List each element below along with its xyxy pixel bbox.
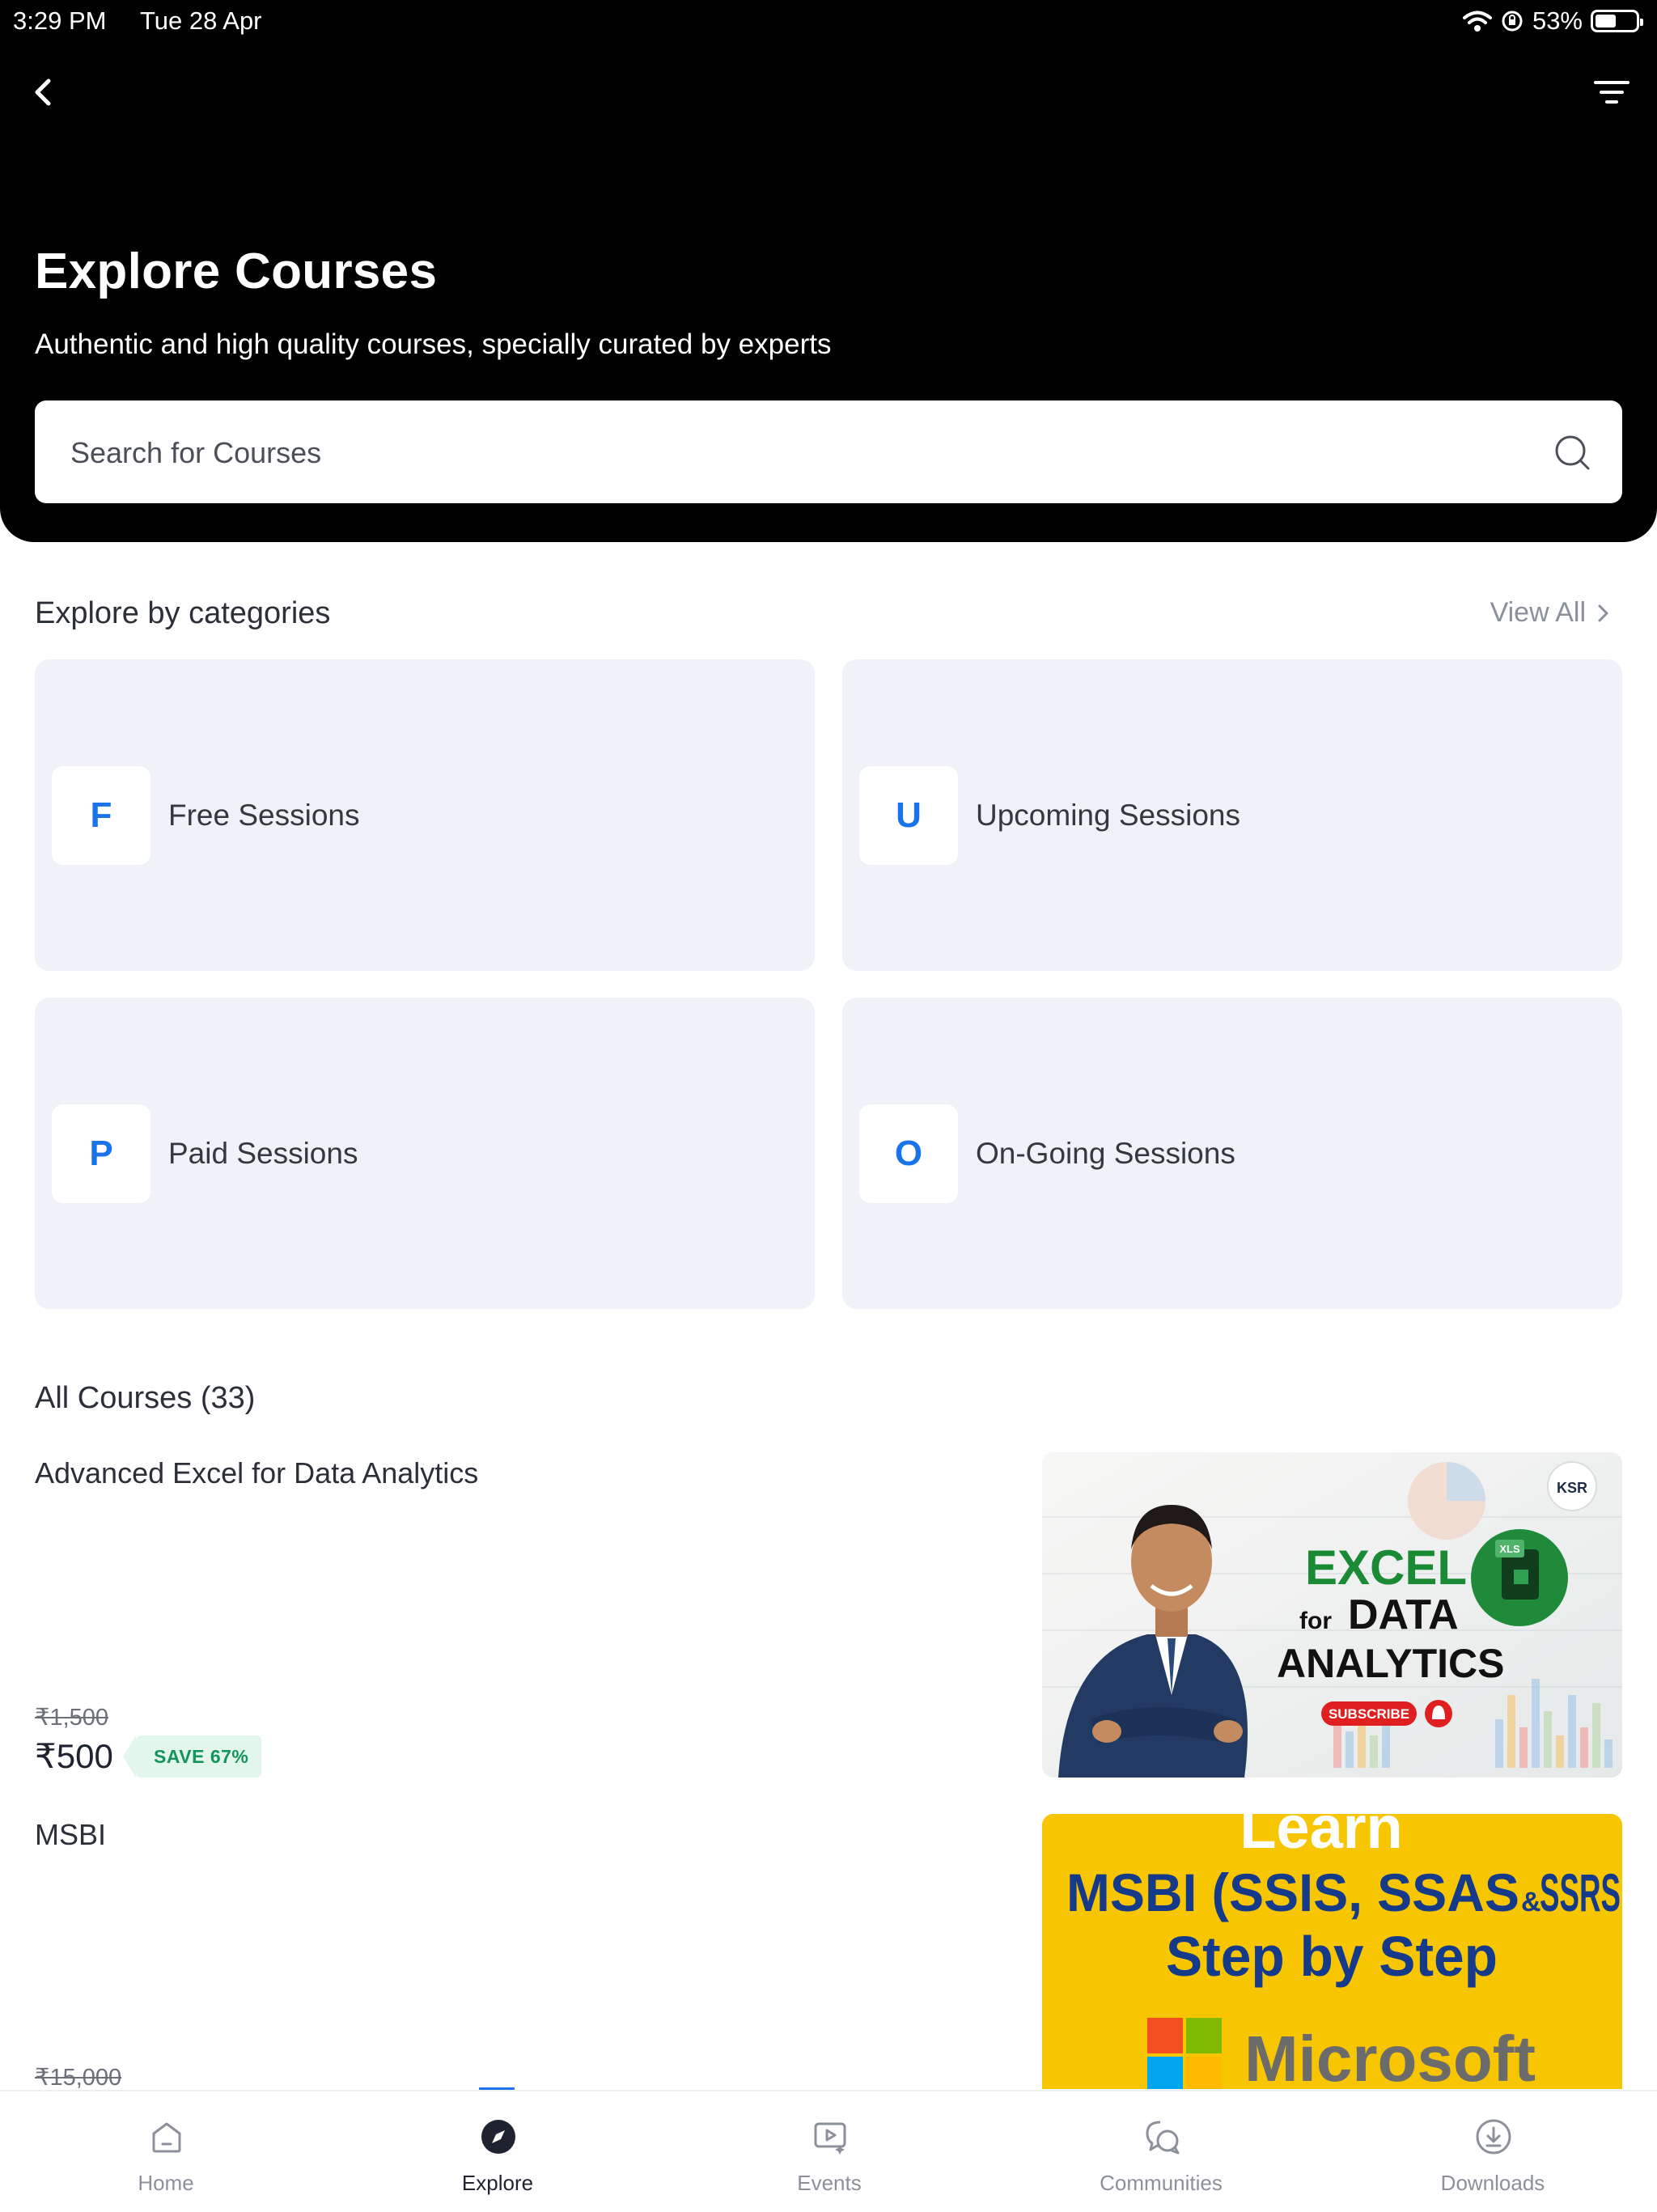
course-thumbnail-msbi[interactable]: Learn MSBI (SSIS, SSAS & SSRS Step by St… bbox=[1042, 1814, 1622, 2089]
nav-home[interactable]: Home bbox=[0, 2091, 332, 2212]
bottom-nav: Home Explore Events Communities Download… bbox=[0, 2090, 1657, 2212]
chevron-right-icon bbox=[1598, 604, 1608, 621]
battery-icon bbox=[1591, 10, 1643, 32]
ksr-logo-text: KSR bbox=[1557, 1480, 1587, 1496]
category-ongoing-sessions[interactable]: O On-Going Sessions bbox=[842, 998, 1622, 1309]
nav-communities[interactable]: Communities bbox=[995, 2091, 1327, 2212]
nav-label: Events bbox=[797, 2171, 862, 2195]
battery-fill bbox=[1596, 15, 1616, 28]
status-date: Tue 28 Apr bbox=[140, 6, 262, 35]
category-label: Free Sessions bbox=[168, 799, 360, 832]
thumb-analytics-text: ANALYTICS bbox=[1277, 1641, 1505, 1686]
thumb-data-text: DATA bbox=[1348, 1591, 1459, 1638]
category-badge: F bbox=[52, 766, 150, 865]
status-time: 3:29 PM bbox=[13, 6, 107, 35]
category-upcoming-sessions[interactable]: U Upcoming Sessions bbox=[842, 659, 1622, 971]
categories-title: Explore by categories bbox=[35, 596, 331, 630]
communities-icon bbox=[1146, 2121, 1180, 2155]
view-all-link[interactable]: View All bbox=[1490, 597, 1612, 629]
status-right: 53% bbox=[1462, 6, 1643, 36]
thumb-step-text: Step by Step bbox=[1166, 1925, 1498, 1988]
search-icon[interactable] bbox=[1551, 431, 1593, 473]
nav-downloads[interactable]: Downloads bbox=[1327, 2091, 1657, 2212]
search-input[interactable] bbox=[69, 400, 1528, 505]
category-paid-sessions[interactable]: P Paid Sessions bbox=[35, 998, 815, 1309]
course-old-price: ₹15,000 bbox=[35, 2065, 122, 2091]
category-label: Paid Sessions bbox=[168, 1137, 358, 1170]
filter-icon bbox=[1594, 81, 1629, 104]
events-icon bbox=[814, 2122, 846, 2155]
course-title[interactable]: Advanced Excel for Data Analytics bbox=[35, 1456, 478, 1490]
nav-events[interactable]: Events bbox=[663, 2091, 995, 2212]
status-bar: 3:29 PM Tue 28 Apr 53% bbox=[0, 0, 1657, 42]
page-subtitle: Authentic and high quality courses, spec… bbox=[35, 328, 832, 360]
battery-tip bbox=[1640, 19, 1643, 26]
msbi-course-artwork: Learn MSBI (SSIS, SSAS & SSRS Step by St… bbox=[1042, 1814, 1622, 2089]
orientation-lock-icon bbox=[1502, 11, 1523, 32]
battery-percent: 53% bbox=[1532, 6, 1583, 35]
thumb-subscribe-text: SUBSCRIBE bbox=[1329, 1706, 1409, 1722]
category-label: Upcoming Sessions bbox=[976, 799, 1240, 832]
course-price: ₹500 bbox=[35, 1737, 113, 1775]
thumb-amp-text: & bbox=[1521, 1887, 1541, 1917]
header: 3:29 PM Tue 28 Apr 53% Explore Courses A… bbox=[0, 0, 1657, 542]
download-icon bbox=[1476, 2119, 1511, 2155]
thumb-for-text: for bbox=[1299, 1608, 1332, 1634]
wifi-icon bbox=[1462, 11, 1492, 32]
category-free-sessions[interactable]: F Free Sessions bbox=[35, 659, 815, 971]
nav-label: Downloads bbox=[1440, 2171, 1545, 2195]
xls-label: XLS bbox=[1499, 1543, 1520, 1555]
save-badge: SAVE 67% bbox=[122, 1735, 262, 1778]
category-badge: U bbox=[859, 766, 958, 865]
nav-label: Home bbox=[138, 2171, 194, 2195]
thumb-learn-text: Learn bbox=[1240, 1814, 1403, 1861]
thumb-ssrs-text: SSRS bbox=[1540, 1862, 1621, 1922]
nav-label: Explore bbox=[461, 2171, 534, 2195]
home-icon bbox=[152, 2122, 181, 2153]
course-title[interactable]: MSBI bbox=[35, 1818, 106, 1852]
course-thumbnail-excel[interactable]: KSR XLS EXCEL for DATA ANALYTICS SUBSCRI… bbox=[1042, 1452, 1622, 1778]
category-badge: P bbox=[52, 1104, 150, 1203]
category-badge: O bbox=[859, 1104, 958, 1203]
all-courses-title: All Courses (33) bbox=[35, 1381, 256, 1415]
compass-icon bbox=[481, 2120, 515, 2154]
thumb-microsoft-text: Microsoft bbox=[1244, 2023, 1536, 2089]
view-all-label: View All bbox=[1490, 597, 1586, 628]
nav-label: Communities bbox=[1100, 2171, 1223, 2195]
chevron-left-icon bbox=[35, 78, 51, 106]
nav-explore[interactable]: Explore bbox=[332, 2091, 663, 2212]
page-title: Explore Courses bbox=[35, 244, 438, 299]
category-label: On-Going Sessions bbox=[976, 1137, 1235, 1170]
thumb-msbi-text: MSBI (SSIS, SSAS bbox=[1066, 1862, 1519, 1922]
excel-course-artwork: KSR XLS EXCEL for DATA ANALYTICS SUBSCRI… bbox=[1042, 1452, 1622, 1778]
thumb-excel-text: EXCEL bbox=[1305, 1540, 1467, 1595]
filter-button[interactable] bbox=[1591, 73, 1633, 112]
back-button[interactable] bbox=[24, 73, 63, 112]
search-box[interactable] bbox=[35, 400, 1622, 505]
course-old-price: ₹1,500 bbox=[35, 1705, 109, 1731]
